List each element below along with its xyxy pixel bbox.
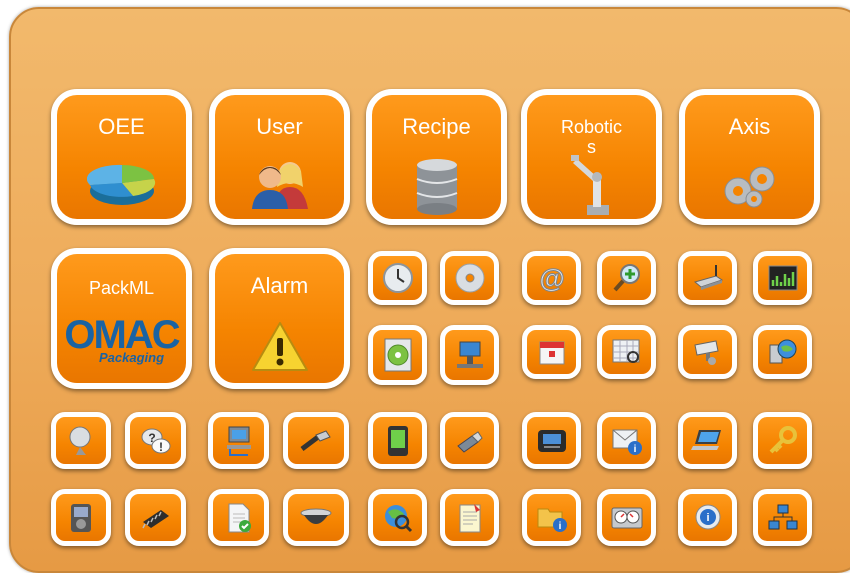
- gauge-panel-tile[interactable]: [597, 489, 656, 546]
- mail-info-icon: i: [612, 429, 642, 455]
- email-at-tile[interactable]: @: [522, 251, 581, 305]
- computer-network-icon: [226, 426, 251, 456]
- clock-icon: [382, 263, 413, 293]
- recipe-tile[interactable]: Recipe: [366, 89, 507, 225]
- calendar-tile[interactable]: [522, 325, 581, 379]
- svg-text:!: !: [159, 440, 163, 454]
- usb-drive-tile[interactable]: [440, 412, 499, 469]
- email-at-icon: @: [538, 263, 564, 294]
- zoom-in-icon: [613, 264, 640, 292]
- router-icon: [693, 265, 723, 290]
- pda-icon: [387, 425, 408, 456]
- svg-text:i: i: [633, 444, 636, 455]
- disc-tile[interactable]: [440, 251, 499, 305]
- signal-monitor-tile[interactable]: [753, 251, 812, 305]
- robotics-tile[interactable]: Robotic s: [521, 89, 662, 225]
- packml-label: PackML: [88, 278, 155, 298]
- laptop-tile[interactable]: [678, 412, 737, 469]
- router-tile[interactable]: [678, 251, 737, 305]
- laptop-icon: [690, 429, 721, 450]
- oee-label: OEE: [98, 114, 145, 139]
- database-icon: [416, 159, 457, 215]
- satellite-dish-icon: [69, 426, 91, 455]
- mail-info-tile[interactable]: i: [597, 412, 656, 469]
- usb-cable-icon: [300, 429, 331, 451]
- axis-label: Axis: [728, 114, 771, 139]
- usb-cable-tile[interactable]: [283, 412, 349, 469]
- zoom-in-tile[interactable]: [597, 251, 656, 305]
- svg-text:@: @: [539, 263, 564, 293]
- robot-arm-icon: [570, 155, 609, 215]
- help-chat-tile[interactable]: ?!: [125, 412, 186, 469]
- data-cd-tile[interactable]: [368, 325, 427, 385]
- network-computer-icon: [456, 341, 483, 368]
- folder-info-tile[interactable]: i: [522, 489, 581, 546]
- user-label: User: [256, 114, 303, 139]
- user-tile[interactable]: User: [209, 89, 350, 225]
- recipe-label: Recipe: [402, 114, 471, 139]
- users-icon: [251, 162, 308, 209]
- gears-icon: [724, 166, 774, 208]
- calendar-icon: [539, 341, 564, 365]
- info-bubble-icon: i: [695, 504, 720, 529]
- network-globe-icon: [769, 339, 796, 364]
- info-bubble-tile[interactable]: i: [678, 489, 737, 546]
- key-tile[interactable]: [753, 412, 812, 469]
- computer-network-tile[interactable]: [208, 412, 269, 469]
- omac-logo-text: OMAC: [64, 313, 180, 357]
- media-player-icon: [71, 503, 91, 532]
- network-topology-icon: [768, 504, 797, 529]
- pda-tile[interactable]: [368, 412, 427, 469]
- notepad-icon: [459, 503, 480, 532]
- network-topology-tile[interactable]: [753, 489, 812, 546]
- handheld-terminal-icon: [537, 429, 566, 452]
- document-check-icon: [228, 503, 251, 532]
- alarm-label: Alarm: [250, 273, 309, 298]
- globe-search-tile[interactable]: [368, 489, 427, 546]
- dome-camera-tile[interactable]: [283, 489, 349, 546]
- document-check-tile[interactable]: [208, 489, 269, 546]
- gauge-panel-icon: [611, 507, 642, 528]
- calendar-search-icon: [612, 339, 639, 363]
- svg-text:i: i: [558, 521, 561, 532]
- axis-tile[interactable]: Axis: [679, 89, 820, 225]
- media-player-tile[interactable]: [51, 489, 111, 546]
- dome-camera-icon: [300, 508, 332, 524]
- network-globe-tile[interactable]: [753, 325, 812, 379]
- security-camera-icon: [693, 340, 719, 365]
- key-icon: [769, 425, 797, 453]
- svg-text:i: i: [706, 512, 709, 524]
- chip-icon: [141, 509, 169, 528]
- warning-icon: [251, 322, 308, 371]
- folder-info-icon: i: [537, 508, 567, 532]
- help-chat-icon: ?!: [141, 428, 170, 454]
- omac-packaging-logo: OMAC Packaging: [57, 313, 186, 365]
- disc-icon: [455, 263, 484, 293]
- pie-chart-icon: [86, 164, 155, 205]
- chip-tile[interactable]: [125, 489, 186, 546]
- notepad-tile[interactable]: [440, 489, 499, 546]
- usb-drive-icon: [456, 430, 483, 453]
- satellite-dish-tile[interactable]: [51, 412, 111, 469]
- security-camera-tile[interactable]: [678, 325, 737, 379]
- calendar-search-tile[interactable]: [597, 325, 656, 379]
- packml-tile[interactable]: PackML OMAC Packaging: [51, 248, 192, 389]
- globe-search-icon: [384, 504, 412, 532]
- network-computer-tile[interactable]: [440, 325, 499, 385]
- clock-tile[interactable]: [368, 251, 427, 305]
- data-cd-icon: [384, 338, 411, 372]
- oee-tile[interactable]: OEE: [51, 89, 192, 225]
- alarm-tile[interactable]: Alarm: [209, 248, 350, 389]
- signal-monitor-icon: [768, 265, 797, 291]
- handheld-terminal-tile[interactable]: [522, 412, 581, 469]
